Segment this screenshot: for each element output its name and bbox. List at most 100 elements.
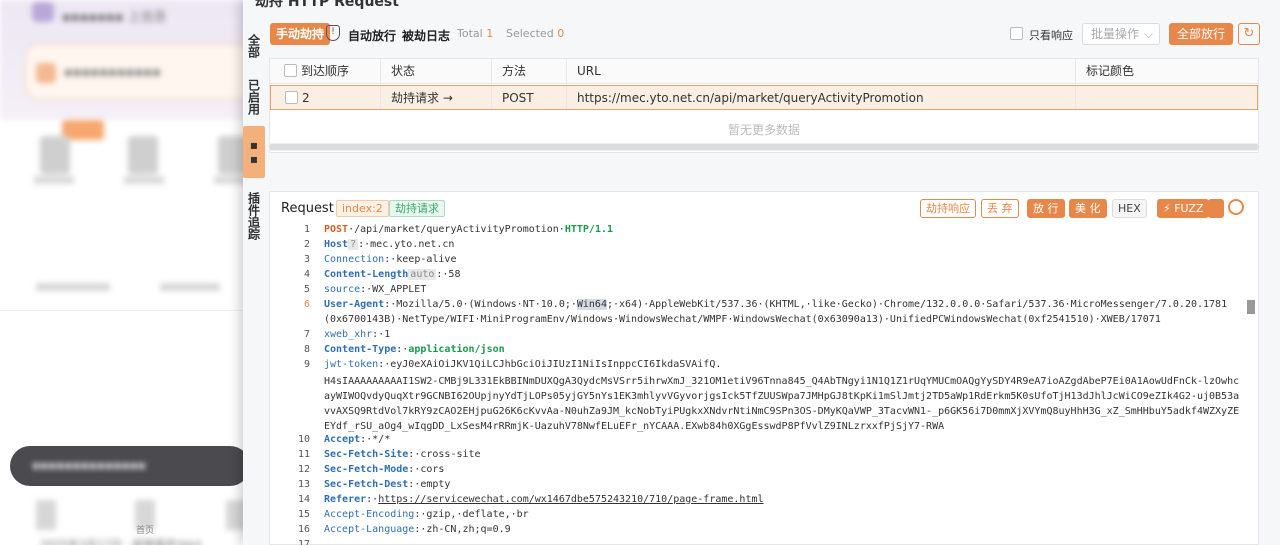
request-panel: Request index:2 劫持请求 劫持响应 丢 弃 放 行 美 化 HE… [269,191,1259,545]
table-horizontal-scrollbar[interactable] [269,143,1259,151]
row-order: 2 [271,86,381,109]
request-line-6-wrap: (0x6700143B)·NetType/WIFI·MiniProgramEnv… [324,314,1161,325]
total-label: Total [457,27,483,40]
request-line-13: Sec-Fetch-Dest:·empty [324,479,1244,490]
header-key: Accept [324,434,361,445]
header-key: source [324,284,361,295]
line-number: 8 [303,344,310,355]
bg-card-icon [36,63,56,83]
line-number: 7 [303,329,310,340]
line-number: 13 [297,479,310,490]
bg-grid-label [34,176,74,184]
selected-value: 0 [557,27,565,40]
shield-icon[interactable]: ! [326,25,340,41]
referer-link[interactable]: https://servicewechat.com/wx1467dbe57524… [378,494,763,505]
bg-footer-text: 2025年3月17日 · 邮寄服务Yakit [40,538,203,545]
line-number: 15 [297,509,310,520]
header-order-label: 到达顺序 [301,64,350,78]
header-value: :·zh-CN,zh;q=0.9 [414,524,511,535]
hijack-window: 劫持 HTTP Request 全部 已启用 ▪▪ 插件追踪 手动劫持 ! 自动… [243,0,1280,545]
release-button[interactable]: 放 行 [1027,199,1065,218]
http-method: POST [324,224,349,235]
bg-card: ▪▪▪▪▪▪▪▪▪▪▪ [25,44,250,100]
request-line-8: Content-Type:·application/json [324,344,505,355]
row-checkbox[interactable] [285,91,298,104]
line-number: 17 [297,539,310,545]
request-line-10: Accept:·*/* [324,434,1244,445]
header-value: :·keep-alive [384,254,457,265]
bg-toast: ▪▪▪▪▪▪▪▪▪▪▪▪▪▪ [10,446,250,486]
header-key: Accept-Language [324,524,415,535]
request-line-15: Accept-Encoding:·gzip,·deflate,·br [324,509,1244,520]
batch-operation-select[interactable]: 批量操作 ⌵ [1082,23,1160,45]
side-tab-plugin-trace[interactable]: 插件追踪 [243,190,265,242]
background-miniprogram: ▪▪▪▪▪▪▪ 上信息 ▪▪▪▪▪▪▪▪▪▪▪ ▪▪▪▪▪▪▪▪▪▪▪▪▪▪ 首… [0,0,250,545]
request-header: Request index:2 劫持请求 劫持响应 丢 弃 放 行 美 化 HE… [270,192,1258,224]
selected-count: Selected 0 [506,27,564,40]
header-order: 到达顺序 [270,59,381,83]
header-key: Sec-Fetch-Dest [324,479,409,490]
http-path: ·/api/market/queryActivityPromotion· [348,224,565,235]
header-value: :·58 [436,269,461,280]
gear-icon[interactable] [1228,199,1244,215]
hijack-log-button[interactable]: 被劫日志 [402,27,450,44]
line-number: 16 [297,524,310,535]
scrollbar-thumb[interactable] [269,144,1259,150]
line-number: 5 [303,284,310,295]
line-number: 1 [303,224,310,235]
header-value: :·WX_APPLET [360,284,427,295]
beautify-button[interactable]: 美 化 [1069,199,1107,218]
line-number: 4 [303,269,310,280]
empty-more-text: 暂无更多数据 [727,123,800,137]
side-tab-active[interactable]: ▪▪ [243,126,265,178]
total-value: 1 [486,27,494,40]
request-editor[interactable]: 1 POST·/api/market/queryActivityPromotio… [270,224,1258,545]
select-all-checkbox[interactable] [284,64,297,77]
request-line-6: User-Agent:·Mozilla/5.0·(Windows·NT·10.0… [324,299,1244,310]
header-url: URL [567,59,1076,83]
refresh-icon[interactable]: ↻ [1238,23,1260,45]
http-protocol: HTTP/1.1 [564,224,614,235]
hijack-response-button[interactable]: 劫持响应 [920,199,976,218]
manual-hijack-button[interactable]: 手动劫持 [270,23,331,45]
send-icon[interactable] [1208,199,1224,218]
auto-release-button[interactable]: 自动放行 [348,27,396,44]
header-key: jwt-token [324,359,379,370]
bg-grid-label [124,176,164,184]
bg-icon-grid [28,136,250,196]
table-row[interactable]: 2 劫持请求 → POST https://mec.yto.net.cn/api… [270,85,1258,110]
row-status: 劫持请求 → [381,86,492,109]
release-all-button[interactable]: 全部放行 [1169,23,1234,45]
header-status: 状态 [381,59,492,83]
hex-button[interactable]: HEX [1112,199,1147,218]
header-key: Referer [324,494,367,505]
header-key: Content-Length [324,269,409,280]
fuzz-button[interactable]: ⚡ FUZZ [1157,199,1210,218]
row-method: POST [492,86,567,109]
side-tab-all[interactable]: 全部 [243,28,265,64]
bg-divider [0,310,250,311]
hijack-table: 到达顺序 状态 方法 URL 标记颜色 2 劫持请求 → POST https:… [269,58,1259,153]
header-value: :·1 [372,329,391,340]
header-value: application/json [408,344,505,355]
row-order-value: 2 [302,91,310,105]
bg-grid-icon [128,136,158,174]
request-line-9: jwt-token:·eyJ0eXAiOiJKV1QiLCJhbGciOiJIU… [324,359,1244,370]
request-line-9-wrap: H4sIAAAAAAAAAI1SW2-CMBj9L331EkBBINmDUXQg… [324,376,1240,432]
index-tag: index:2 [336,200,389,217]
discard-button[interactable]: 丢 弃 [981,199,1019,218]
chevron-down-icon: ⌵ [1143,27,1153,41]
bg-app-icon [32,2,54,22]
header-key: Accept-Encoding [324,509,415,520]
header-key: Sec-Fetch-Site [324,449,409,460]
window-title-bar: 劫持 HTTP Request [243,0,1280,14]
bg-nav-home-label: 首页 [136,526,155,536]
editor-scrollbar-thumb[interactable] [1247,300,1255,314]
hijack-toolbar: 手动劫持 ! 自动放行 被劫日志 Total 1 Selected 0 只看响应… [268,22,1278,48]
header-key: Connection [324,254,385,265]
side-tab-enabled[interactable]: 已启用 [243,74,265,120]
table-header: 到达顺序 状态 方法 URL 标记颜色 [270,59,1258,84]
batch-select-value: 批量操作 [1091,27,1140,41]
header-key: Content-Type [324,344,397,355]
only-response-checkbox[interactable] [1010,27,1023,40]
